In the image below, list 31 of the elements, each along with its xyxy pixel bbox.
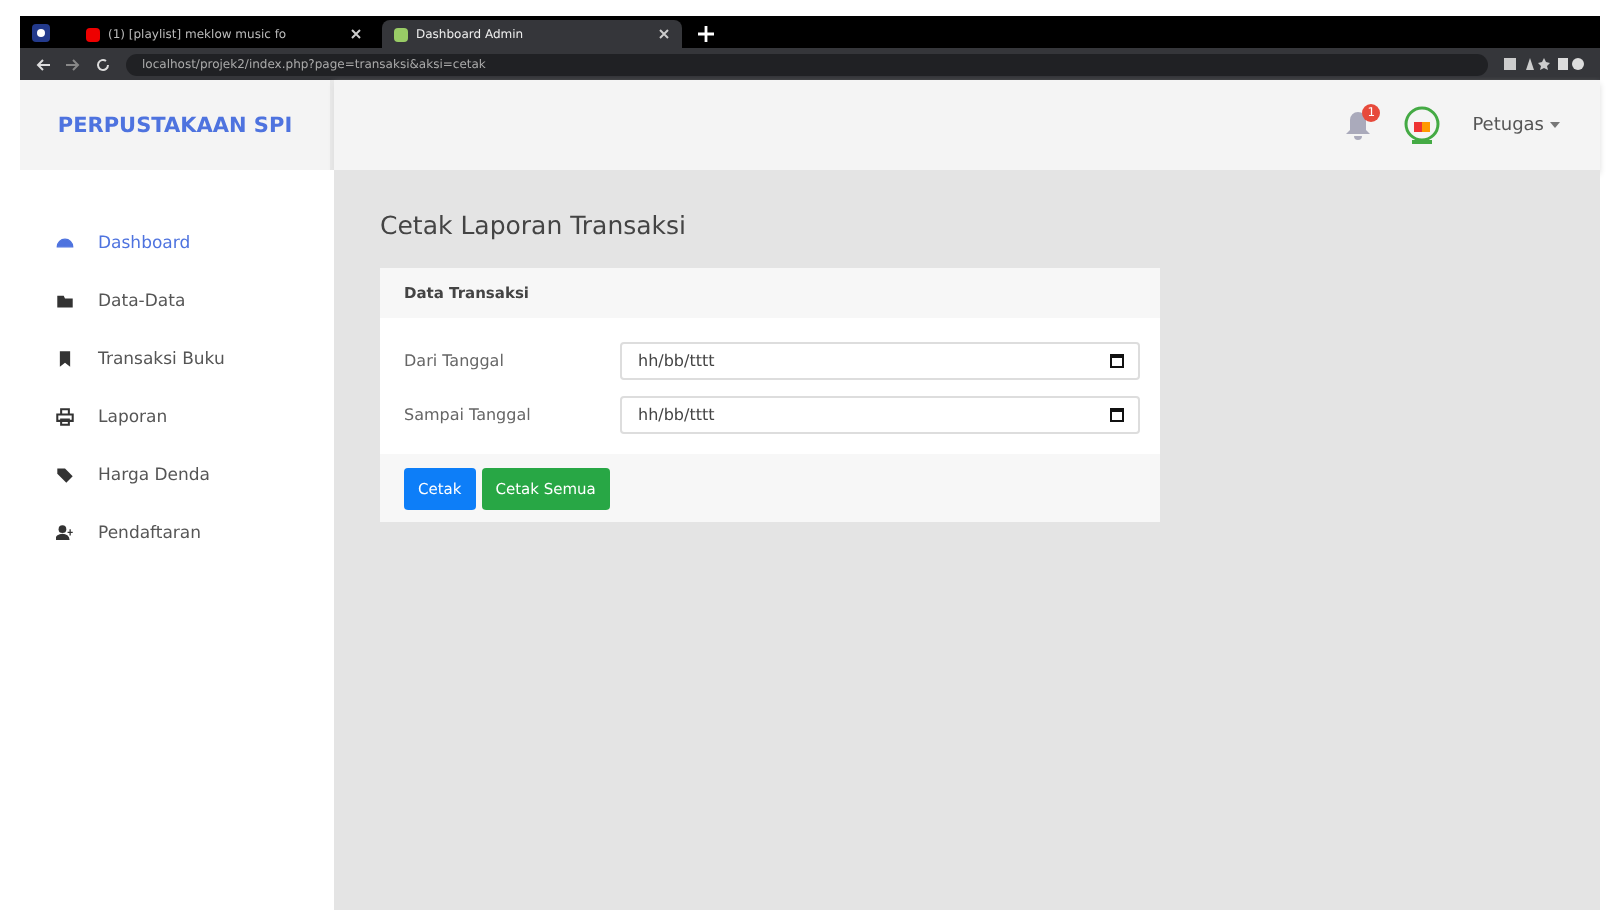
extensions-icon[interactable]: [1504, 56, 1584, 72]
reload-icon[interactable]: [96, 57, 110, 71]
close-icon[interactable]: [658, 28, 670, 40]
brand-title[interactable]: PERPUSTAKAAN SPI: [20, 80, 334, 170]
caret-icon: [1550, 122, 1560, 128]
sidebar-item[interactable]: Laporan: [20, 388, 334, 446]
logo-icon: [1400, 105, 1445, 145]
close-icon[interactable]: [350, 28, 362, 40]
bookmark-icon: [56, 350, 74, 368]
forward-icon[interactable]: [66, 57, 80, 71]
sidebar-item[interactable]: Dashboard: [20, 214, 334, 272]
date-field[interactable]: hh/bb/tttt: [620, 396, 1140, 434]
field-label: Dari Tanggal: [404, 352, 506, 370]
sidebar-item[interactable]: Data-Data: [20, 272, 334, 330]
calendar-icon[interactable]: [1110, 354, 1124, 368]
back-icon[interactable]: [36, 57, 50, 71]
tag-icon: [56, 466, 74, 484]
page-title: Cetak Laporan Transaksi: [380, 210, 689, 240]
dashboard-icon: [56, 234, 74, 252]
new-tab-icon[interactable]: [698, 26, 714, 42]
field-label: Sampai Tanggal: [404, 406, 533, 424]
calendar-icon[interactable]: [1110, 408, 1124, 422]
user-menu[interactable]: Petugas: [1472, 115, 1560, 135]
sidebar-item[interactable]: Harga Denda: [20, 446, 334, 504]
user-plus-icon: [56, 524, 74, 542]
app-icon[interactable]: [32, 24, 50, 42]
sidebar-item[interactable]: Pendaftaran: [20, 504, 334, 562]
folder-icon: [56, 292, 74, 310]
printer-icon: [56, 408, 74, 426]
date-field[interactable]: hh/bb/tttt: [620, 342, 1140, 380]
sidebar-item[interactable]: Transaksi Buku: [20, 330, 334, 388]
